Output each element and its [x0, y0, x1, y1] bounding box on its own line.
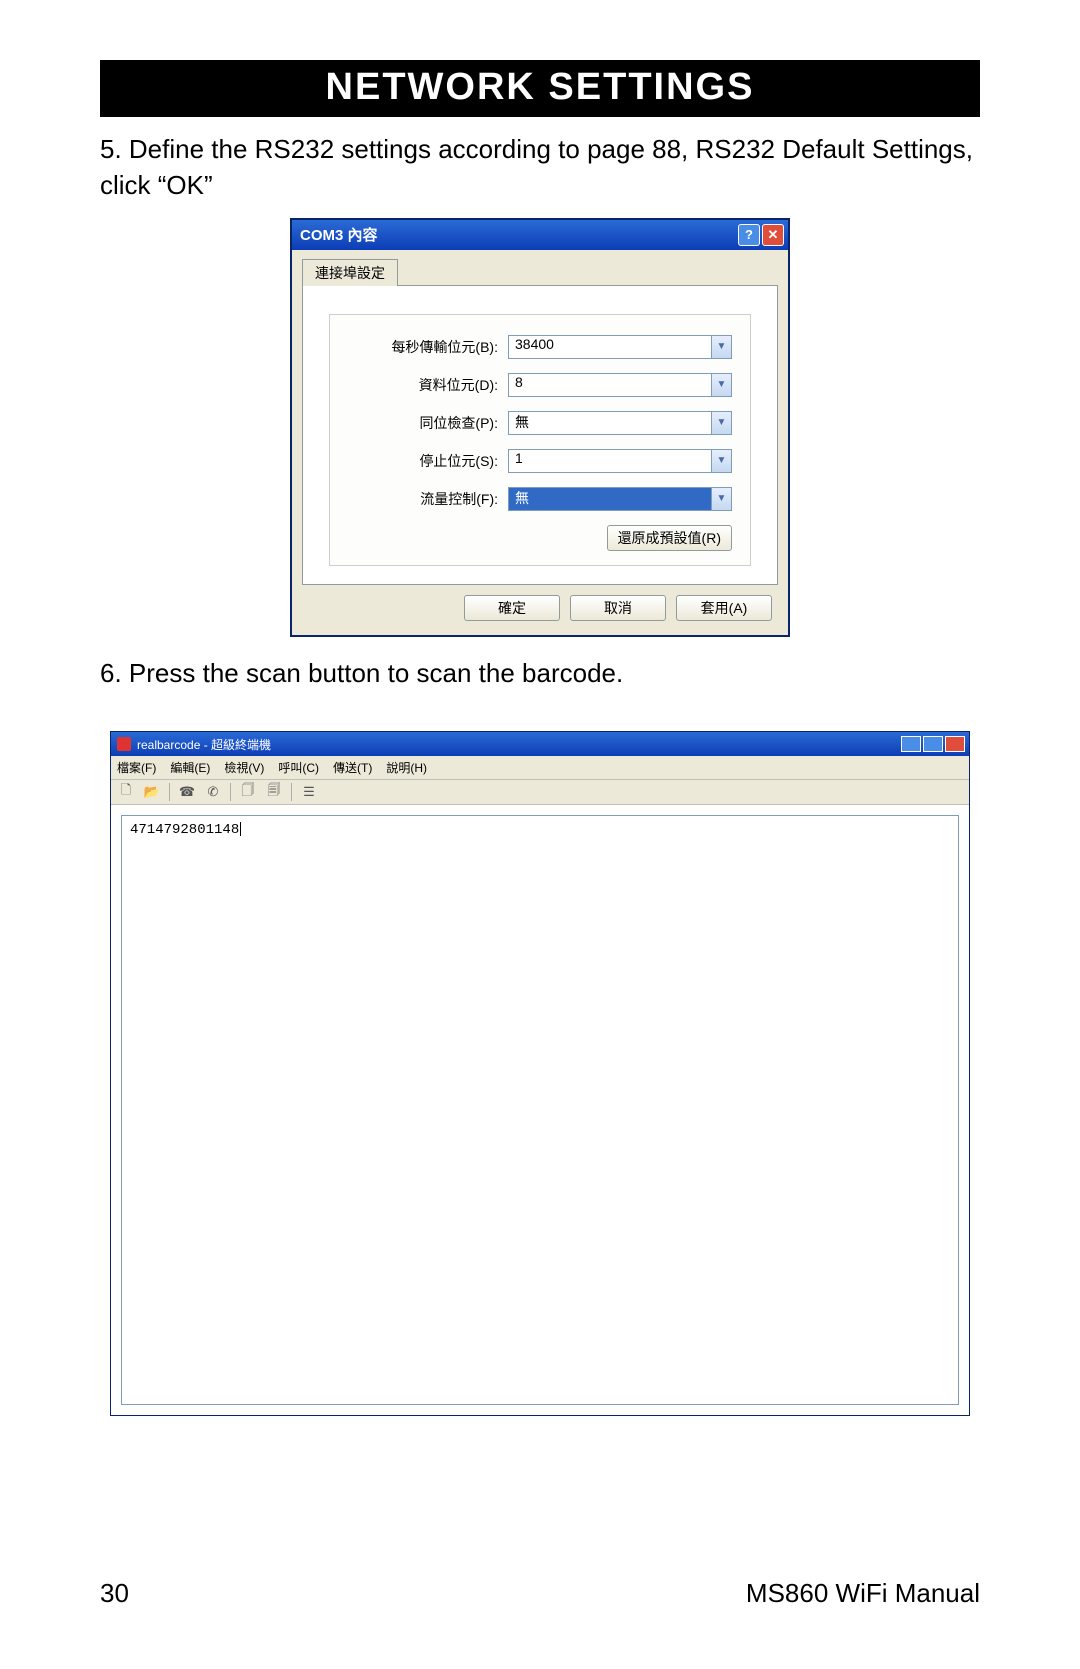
chevron-down-icon[interactable]: ▼	[712, 411, 732, 435]
menu-transfer[interactable]: 傳送(T)	[333, 759, 372, 776]
disconnect-icon[interactable]: ✆	[204, 783, 222, 801]
chevron-down-icon[interactable]: ▼	[712, 487, 732, 511]
chevron-down-icon[interactable]: ▼	[712, 449, 732, 473]
menu-edit[interactable]: 編輯(E)	[170, 759, 210, 776]
menu-file[interactable]: 檔案(F)	[117, 759, 156, 776]
document-title: MS860 WiFi Manual	[746, 1578, 980, 1609]
baud-combo[interactable]: 38400 ▼	[508, 335, 732, 359]
parity-label: 同位檢查(P):	[348, 413, 508, 433]
stop-bits-combo[interactable]: 1 ▼	[508, 449, 732, 473]
dialog-titlebar[interactable]: COM3 內容 ? ✕	[292, 220, 788, 250]
scanned-barcode: 4714792801148	[130, 822, 239, 838]
window-titlebar[interactable]: realbarcode - 超級終端機	[111, 732, 969, 756]
chevron-down-icon[interactable]: ▼	[712, 373, 732, 397]
send-icon[interactable]: 🗍	[239, 783, 257, 801]
cancel-button[interactable]: 取消	[570, 595, 666, 621]
tab-port-settings[interactable]: 連接埠設定	[302, 259, 398, 286]
maximize-button[interactable]	[923, 736, 943, 752]
data-bits-label: 資料位元(D):	[348, 375, 508, 395]
baud-value[interactable]: 38400	[508, 335, 712, 359]
menu-view[interactable]: 檢視(V)	[224, 759, 264, 776]
chevron-down-icon[interactable]: ▼	[712, 335, 732, 359]
parity-combo[interactable]: 無 ▼	[508, 411, 732, 435]
com-properties-dialog: COM3 內容 ? ✕ 連接埠設定 每秒傳輸位元(B): 38400 ▼	[290, 218, 790, 637]
section-header: NETWORK SETTINGS	[100, 60, 980, 117]
flow-control-value[interactable]: 無	[508, 487, 712, 511]
close-button[interactable]	[945, 736, 965, 752]
stop-bits-label: 停止位元(S):	[348, 451, 508, 471]
receive-icon[interactable]: 🗐	[265, 783, 283, 801]
flow-control-combo[interactable]: 無 ▼	[508, 487, 732, 511]
toolbar: 🗋 📂 ☎ ✆ 🗍 🗐 ☰	[111, 780, 969, 805]
help-button[interactable]: ?	[738, 224, 760, 246]
data-bits-value[interactable]: 8	[508, 373, 712, 397]
apply-button[interactable]: 套用(A)	[676, 595, 772, 621]
page-number: 30	[100, 1578, 129, 1609]
minimize-button[interactable]	[901, 736, 921, 752]
step-5-text: 5. Define the RS232 settings according t…	[100, 131, 980, 204]
ok-button[interactable]: 確定	[464, 595, 560, 621]
hyperterminal-window: realbarcode - 超級終端機 檔案(F) 編輯(E) 檢視(V) 呼叫…	[110, 731, 970, 1416]
window-title: realbarcode - 超級終端機	[137, 736, 271, 753]
close-button[interactable]: ✕	[762, 224, 784, 246]
step-6-text: 6. Press the scan button to scan the bar…	[100, 655, 980, 691]
app-icon	[117, 737, 131, 751]
data-bits-combo[interactable]: 8 ▼	[508, 373, 732, 397]
properties-icon[interactable]: ☰	[300, 783, 318, 801]
restore-defaults-button[interactable]: 還原成預設值(R)	[607, 525, 732, 551]
new-icon[interactable]: 🗋	[117, 783, 135, 801]
dialog-title: COM3 內容	[300, 224, 378, 245]
menu-call[interactable]: 呼叫(C)	[278, 759, 319, 776]
flow-control-label: 流量控制(F):	[348, 489, 508, 509]
stop-bits-value[interactable]: 1	[508, 449, 712, 473]
parity-value[interactable]: 無	[508, 411, 712, 435]
open-icon[interactable]: 📂	[143, 783, 161, 801]
text-cursor	[240, 822, 241, 836]
terminal-output[interactable]: 4714792801148	[121, 815, 959, 1405]
baud-label: 每秒傳輸位元(B):	[348, 337, 508, 357]
connect-icon[interactable]: ☎	[178, 783, 196, 801]
menu-bar[interactable]: 檔案(F) 編輯(E) 檢視(V) 呼叫(C) 傳送(T) 說明(H)	[111, 756, 969, 780]
menu-help[interactable]: 說明(H)	[386, 759, 427, 776]
